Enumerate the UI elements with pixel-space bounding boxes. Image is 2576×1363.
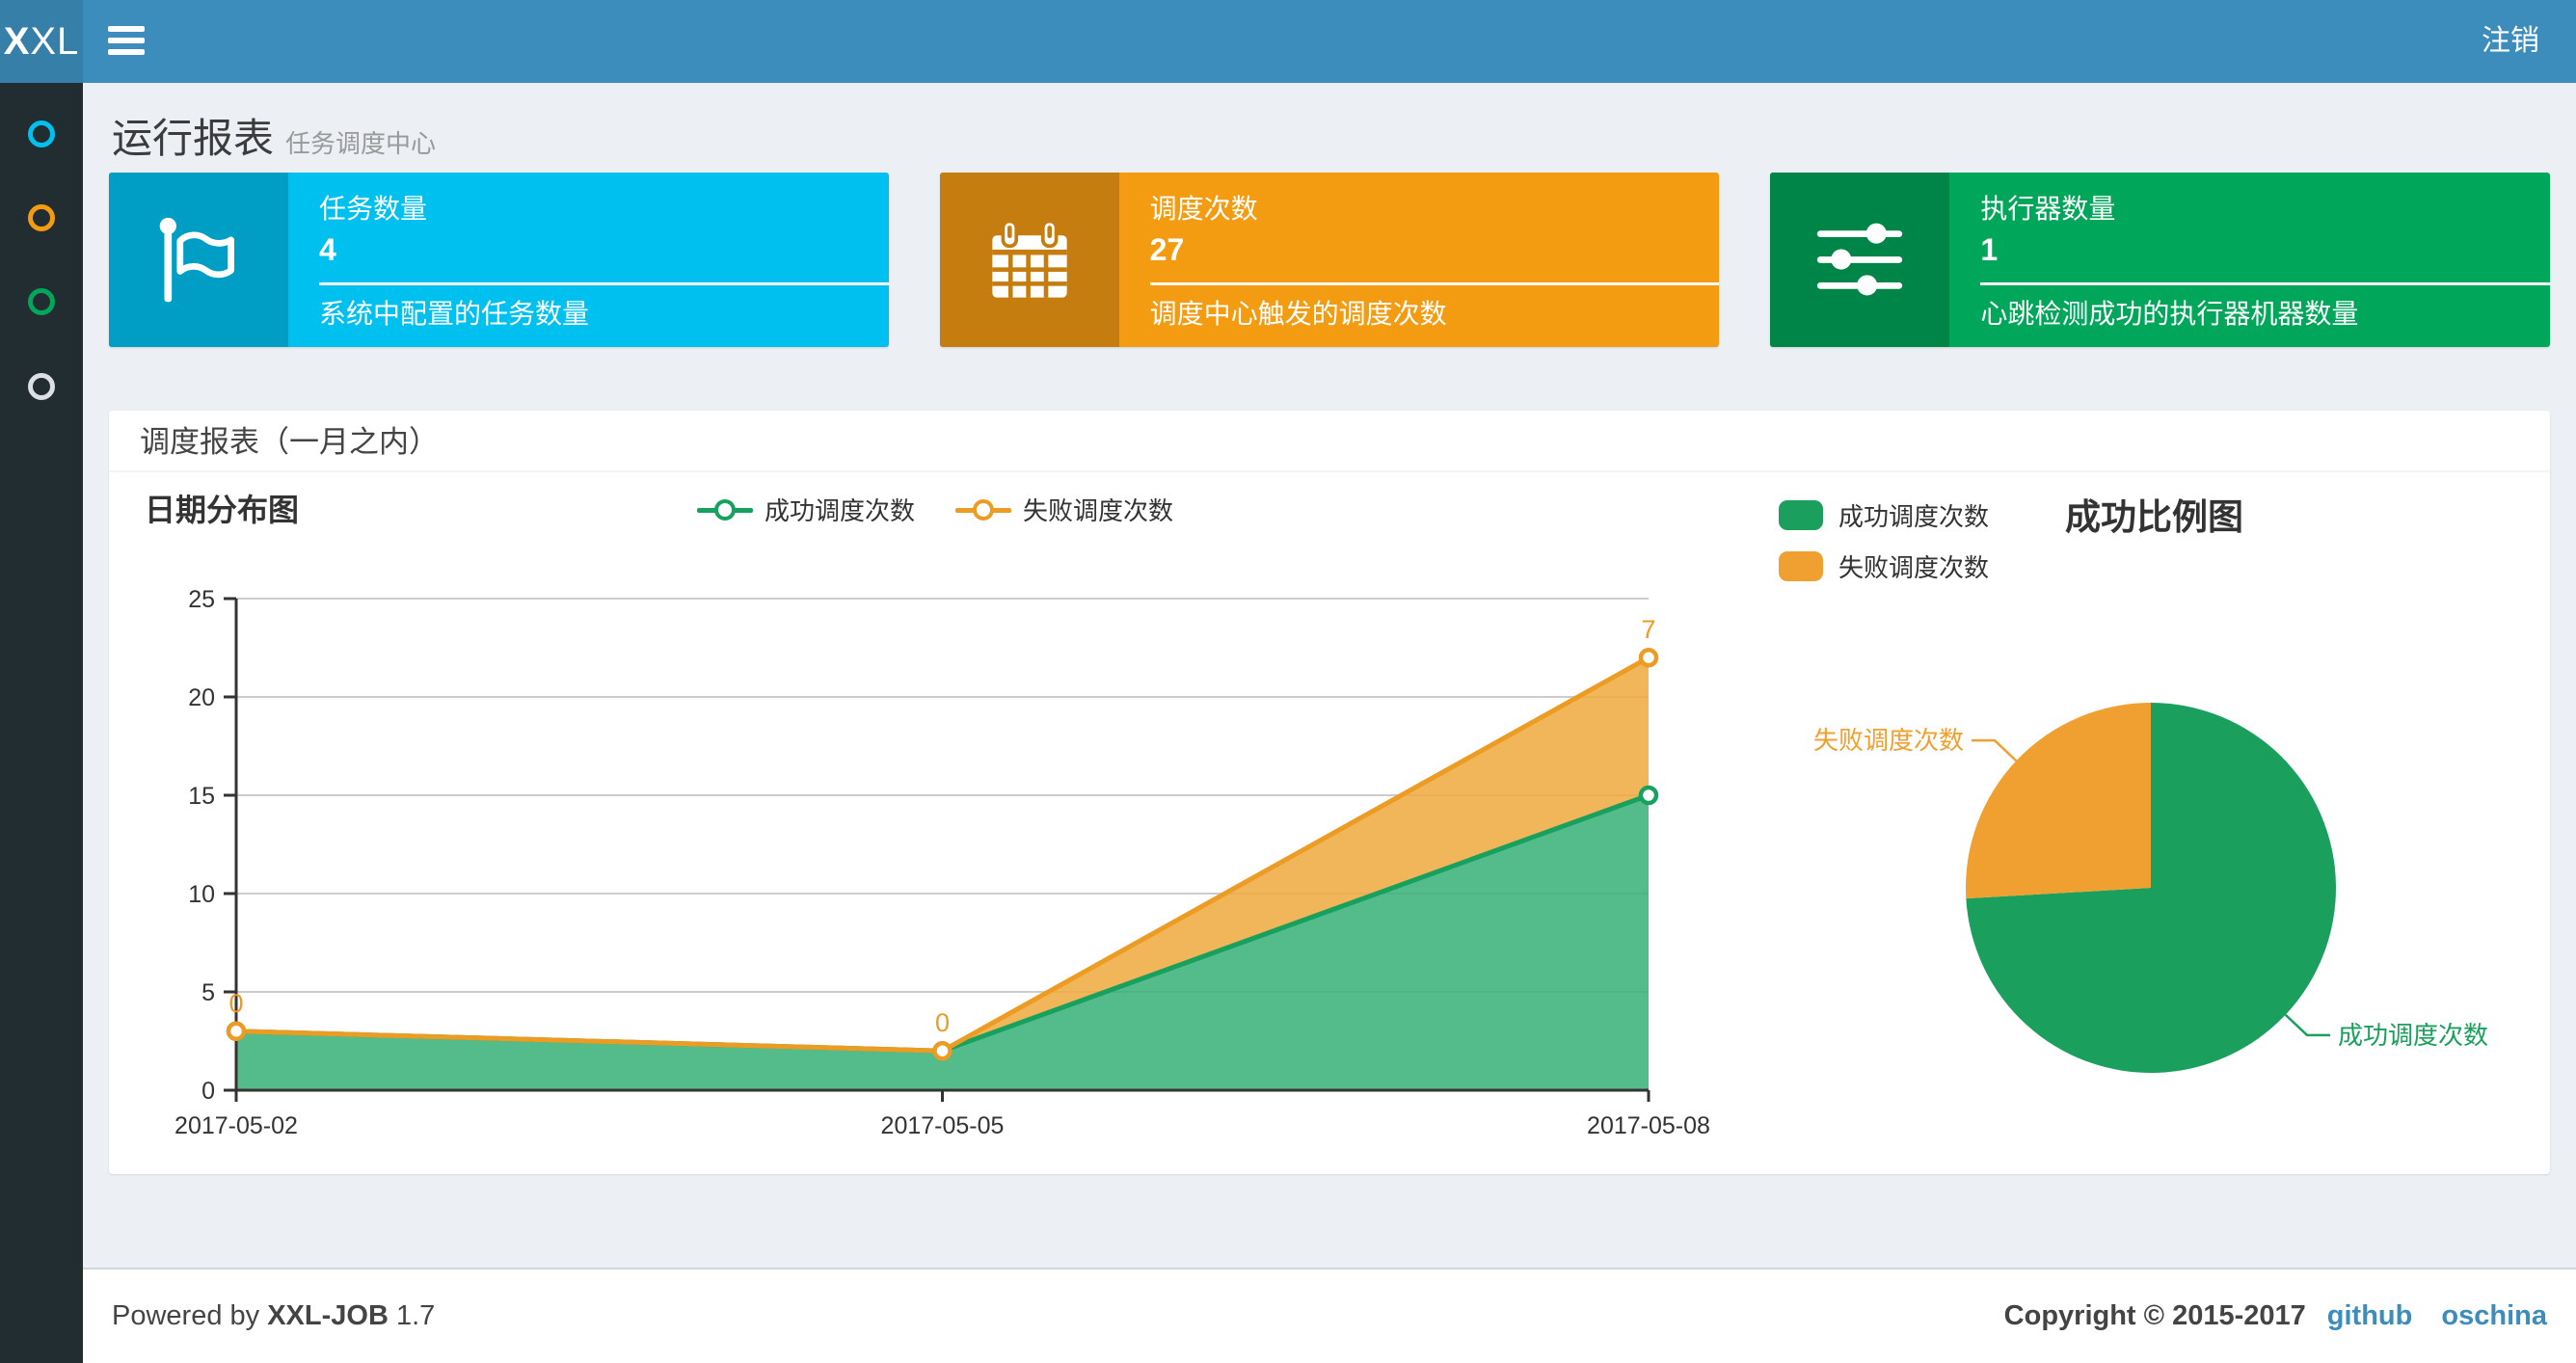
sidebar: [0, 83, 83, 1363]
svg-text:0: 0: [201, 1078, 215, 1105]
main-content: 运行报表 任务调度中心 任务数量 4 系统中配置的任务数量 调度次数 27 调度…: [83, 83, 2576, 1174]
info-box-executors: 执行器数量 1 心跳检测成功的执行器机器数量: [1770, 173, 2551, 347]
sidebar-item-1[interactable]: [0, 105, 83, 163]
brand: XXL-JOB: [267, 1300, 389, 1331]
svg-text:15: 15: [188, 783, 215, 810]
version: 1.7: [395, 1300, 436, 1331]
page-title: 运行报表 任务调度中心: [112, 116, 437, 161]
info-box-value: 4: [319, 232, 336, 267]
logo-bold: X: [3, 20, 31, 63]
circle-icon: [28, 120, 55, 147]
svg-text:20: 20: [188, 684, 215, 711]
sidebar-toggle-icon[interactable]: [108, 26, 145, 57]
svg-text:失败调度次数: 失败调度次数: [1813, 726, 1964, 755]
page-subtitle: 任务调度中心: [285, 129, 437, 158]
info-box-label: 调度次数: [1149, 194, 1258, 224]
circle-icon: [28, 373, 55, 400]
info-box-row: 任务数量 4 系统中配置的任务数量 调度次数 27 调度中心触发的调度次数 执行…: [83, 173, 2576, 347]
sidebar-item-4[interactable]: [0, 358, 83, 415]
oschina-link[interactable]: oschina: [2441, 1300, 2547, 1331]
svg-text:7: 7: [1641, 615, 1655, 644]
info-box-divider: [1980, 282, 2551, 285]
success-ratio-pie-chart: 成功调度次数 失败调度次数: [1813, 703, 2488, 1073]
svg-text:2017-05-08: 2017-05-08: [1587, 1112, 1710, 1139]
info-box-tasks: 任务数量 4 系统中配置的任务数量: [109, 173, 889, 347]
info-box-description: 调度中心触发的调度次数: [1149, 299, 1447, 329]
logo-rest: XL: [30, 20, 80, 63]
navbar: XXL 注销: [0, 0, 2576, 83]
sliders-icon: [1770, 173, 1950, 347]
svg-text:2017-05-05: 2017-05-05: [881, 1112, 1005, 1139]
panel-body: 日期分布图 成功调度次数 失败调度次数 0 5 10 15 20 25 2017-05-02…: [109, 472, 2550, 1172]
sidebar-item-2[interactable]: [0, 189, 83, 247]
info-box-description: 系统中配置的任务数量: [319, 299, 590, 329]
svg-text:2017-05-02: 2017-05-02: [174, 1112, 298, 1139]
app-logo[interactable]: XXL: [0, 0, 83, 83]
flag-icon: [109, 173, 288, 347]
panel-header: 调度报表（一月之内）: [109, 411, 2550, 472]
info-box-divider: [319, 282, 889, 285]
svg-text:25: 25: [188, 586, 215, 613]
content-header: 运行报表 任务调度中心: [83, 83, 2576, 173]
svg-text:0: 0: [935, 1008, 950, 1037]
powered-by: Powered by XXL-JOB 1.7: [112, 1300, 436, 1331]
date-distribution-chart: 05101520252017-05-02 2017-05-05 2017-05-08…: [174, 586, 1710, 1139]
svg-text:10: 10: [188, 881, 215, 908]
info-box-triggers: 调度次数 27 调度中心触发的调度次数: [939, 173, 1720, 347]
github-link[interactable]: github: [2327, 1300, 2413, 1331]
info-box-label: 执行器数量: [1980, 194, 2116, 224]
info-box-description: 心跳检测成功的执行器机器数量: [1980, 299, 2359, 329]
info-box-label: 任务数量: [319, 194, 428, 224]
svg-text:成功调度次数: 成功调度次数: [2338, 1021, 2488, 1050]
report-panel: 调度报表（一月之内） 日期分布图 成功调度次数 失败调度次数 0 5 10 15 20 2…: [109, 411, 2550, 1174]
svg-text:0: 0: [228, 989, 243, 1018]
circle-icon: [28, 288, 55, 315]
sidebar-item-3[interactable]: [0, 273, 83, 331]
info-box-value: 1: [1980, 232, 1999, 267]
calendar-icon: [939, 173, 1119, 347]
copyright: Copyright © 2015-2017: [2003, 1300, 2306, 1331]
logout-button[interactable]: 注销: [2474, 0, 2547, 83]
panel-title: 调度报表（一月之内）: [140, 425, 439, 459]
svg-text:5: 5: [201, 979, 215, 1006]
info-box-divider: [1149, 282, 1720, 285]
footer: Powered by XXL-JOB 1.7 Copyright © 2015-…: [83, 1268, 2576, 1363]
info-box-value: 27: [1149, 232, 1185, 267]
circle-icon: [28, 204, 55, 231]
